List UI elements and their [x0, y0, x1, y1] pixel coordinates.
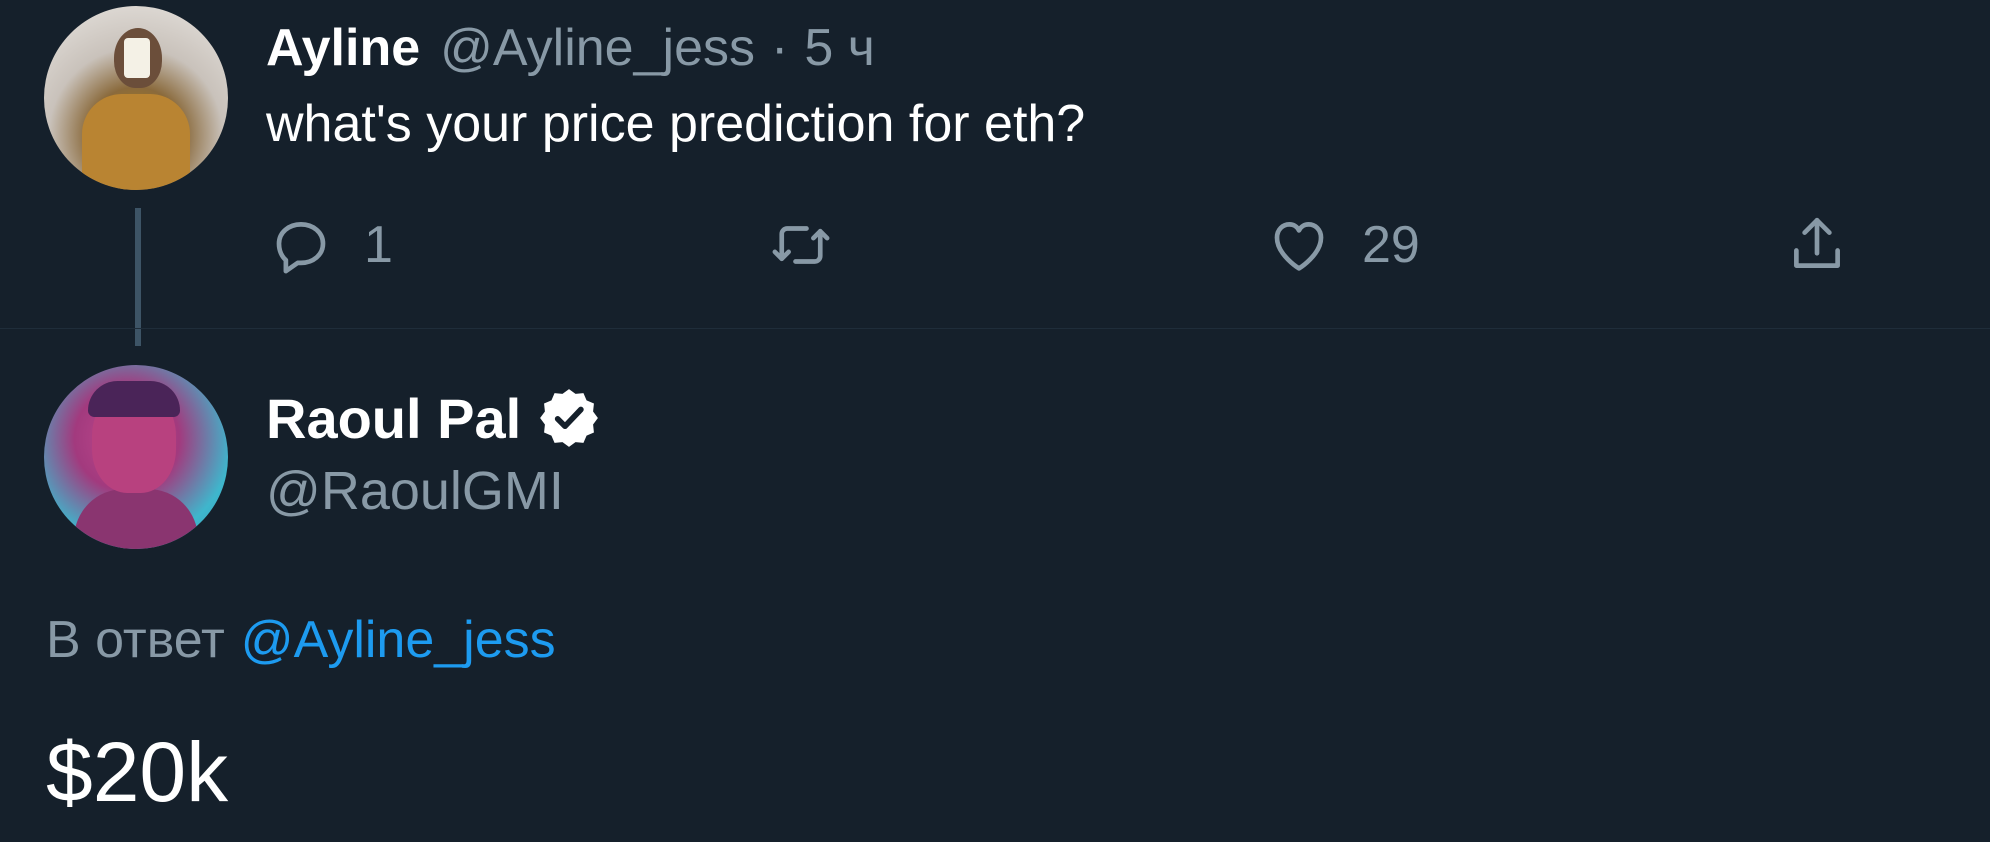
reply-button[interactable]: 1 — [268, 212, 393, 278]
share-button[interactable] — [1784, 212, 1850, 278]
original-tweet-header: Ayline @Ayline_jess · 5 ч — [266, 14, 875, 82]
verified-badge-icon — [521, 384, 603, 452]
avatar-collar — [74, 489, 198, 549]
avatar-torso — [82, 94, 190, 190]
raoul-avatar[interactable] — [44, 365, 228, 549]
reply-author-handle[interactable]: @RaoulGMI — [266, 460, 564, 522]
reply-tweet-text: $20k — [46, 725, 229, 819]
original-author-name[interactable]: Ayline — [266, 18, 420, 78]
heart-icon — [1266, 212, 1332, 278]
replying-to-mention-link[interactable]: @Ayline_jess — [241, 611, 556, 669]
reply-icon — [268, 212, 334, 278]
reply-author-name[interactable]: Raoul Pal — [266, 386, 521, 451]
like-button[interactable]: 29 — [1266, 212, 1420, 278]
tweet-timestamp[interactable]: 5 ч — [804, 18, 874, 78]
tweet-divider — [0, 328, 1990, 329]
retweet-button[interactable] — [768, 212, 834, 278]
original-tweet-text: what's your price prediction for eth? — [266, 95, 1086, 153]
replying-to-line: В ответ @Ayline_jess — [46, 610, 556, 670]
thread-connector-line — [135, 208, 141, 346]
avatar-hair — [88, 381, 180, 417]
share-icon — [1784, 212, 1850, 278]
retweet-icon — [768, 212, 834, 278]
ayline-avatar[interactable] — [44, 6, 228, 190]
replying-to-prefix: В ответ — [46, 611, 225, 669]
like-count: 29 — [1362, 216, 1420, 274]
reply-count: 1 — [364, 216, 393, 274]
header-separator: · — [771, 19, 789, 77]
avatar-phone — [124, 38, 150, 78]
original-author-handle[interactable]: @Ayline_jess — [440, 18, 755, 78]
reply-author-header: Raoul Pal — [266, 382, 603, 454]
